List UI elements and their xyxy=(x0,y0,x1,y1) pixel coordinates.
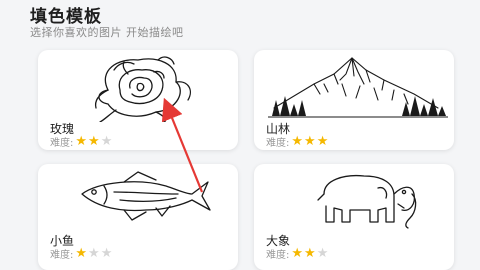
difficulty-stars: ★ ★ ★ xyxy=(75,247,113,260)
template-card-rose[interactable]: 玫瑰 难度: ★ ★ ★ xyxy=(38,50,238,150)
star-filled-icon: ★ xyxy=(75,246,88,261)
star-filled-icon: ★ xyxy=(75,134,88,149)
difficulty-stars: ★ ★ ★ xyxy=(75,135,113,148)
difficulty-label: 难度: xyxy=(266,138,290,149)
difficulty-stars: ★ ★ ★ xyxy=(291,135,329,148)
difficulty-stars: ★ ★ ★ xyxy=(291,247,329,260)
difficulty-row: 难度: ★ ★ ★ xyxy=(266,246,329,261)
rose-drawing-icon xyxy=(94,56,191,122)
star-filled-icon: ★ xyxy=(291,246,304,261)
star-empty-icon: ★ xyxy=(100,246,113,261)
star-filled-icon: ★ xyxy=(304,246,316,261)
star-empty-icon: ★ xyxy=(100,134,113,149)
elephant-drawing-icon xyxy=(317,174,417,229)
page-subtitle: 选择你喜欢的图片 开始描绘吧 xyxy=(30,26,184,39)
mountain-forest-drawing-icon xyxy=(268,57,448,118)
template-card-fish[interactable]: 小鱼 难度: ★ ★ ★ xyxy=(38,164,238,270)
star-empty-icon: ★ xyxy=(316,246,329,261)
template-card-mountain[interactable]: 山林 难度: ★ ★ ★ xyxy=(254,50,454,150)
star-filled-icon: ★ xyxy=(291,134,304,149)
difficulty-row: 难度: ★ ★ ★ xyxy=(266,134,329,149)
difficulty-label: 难度: xyxy=(50,138,74,149)
fish-drawing-icon xyxy=(81,171,211,221)
template-card-elephant[interactable]: 大象 难度: ★ ★ ★ xyxy=(254,164,454,270)
difficulty-label: 难度: xyxy=(50,250,74,261)
difficulty-row: 难度: ★ ★ ★ xyxy=(50,134,113,149)
star-filled-icon: ★ xyxy=(304,134,316,149)
difficulty-row: 难度: ★ ★ ★ xyxy=(50,246,113,261)
star-filled-icon: ★ xyxy=(316,134,329,149)
star-empty-icon: ★ xyxy=(88,246,100,261)
difficulty-label: 难度: xyxy=(266,250,290,261)
star-filled-icon: ★ xyxy=(88,134,100,149)
